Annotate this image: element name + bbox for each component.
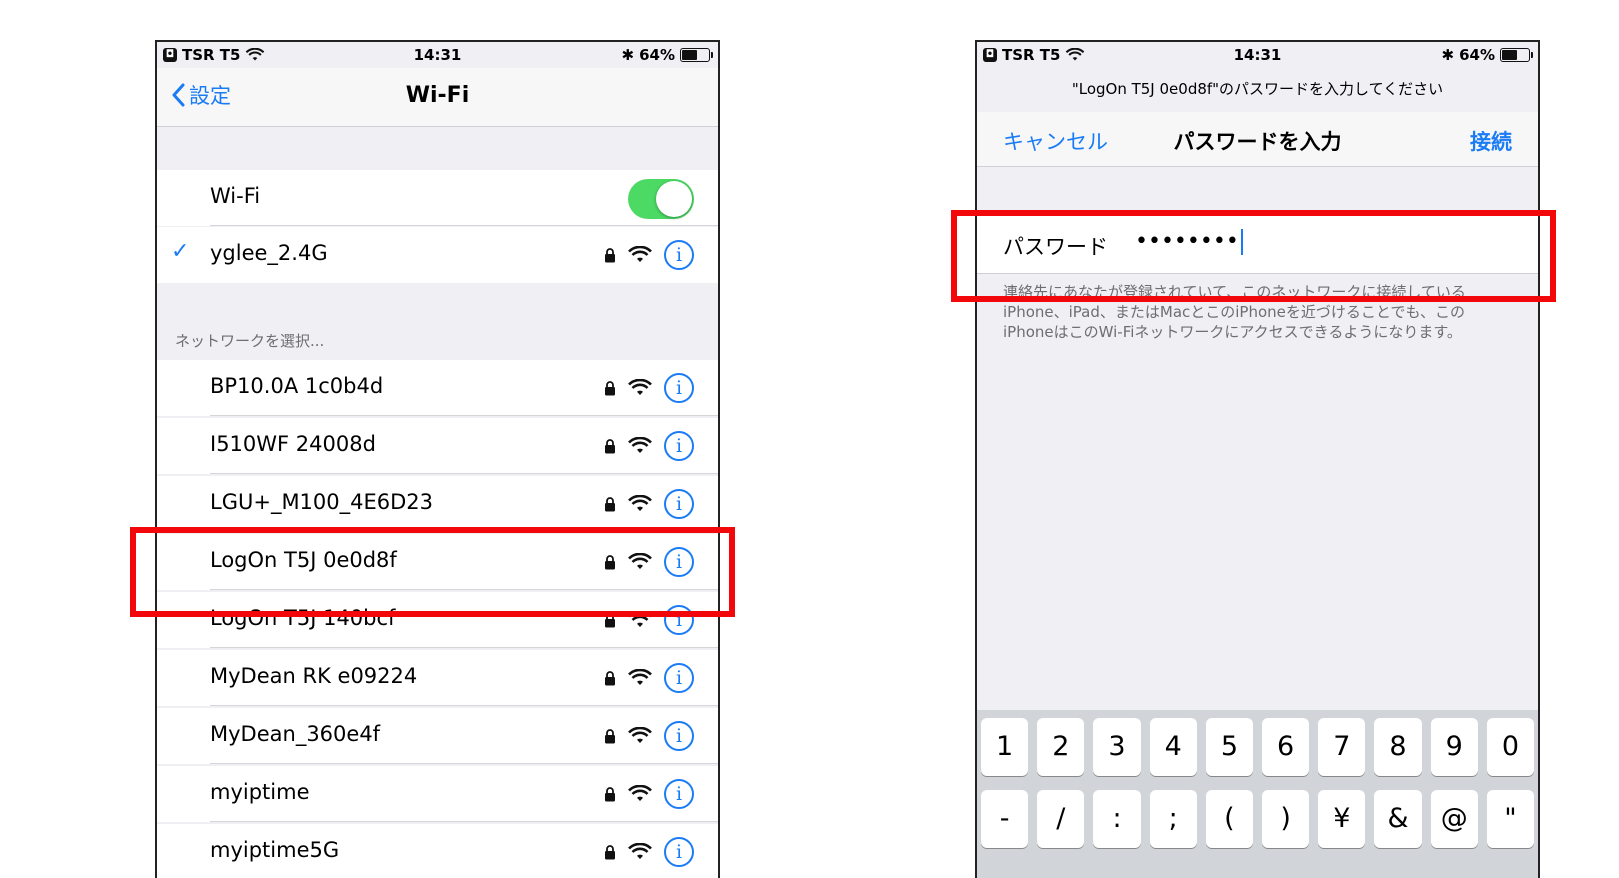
- page-title: Wi-Fi: [405, 83, 470, 108]
- keyboard-key[interactable]: ": [1486, 790, 1535, 848]
- highlight-box-password: [951, 210, 1556, 302]
- network-name: I510WF 24008d: [210, 432, 376, 456]
- network-row[interactable]: I510WF 24008d i: [157, 418, 718, 474]
- network-row[interactable]: myiptime i: [157, 766, 718, 822]
- network-name: BP10.0A 1c0b4d: [210, 374, 384, 398]
- network-name: LGU+_M100_4E6D23: [210, 490, 434, 514]
- network-name: MyDean_360e4f: [210, 722, 381, 746]
- keyboard-row: 1234567890: [981, 718, 1535, 776]
- status-bar: ◘ TSR T5 14:31 ✱ 64%: [157, 42, 718, 68]
- battery-icon: [680, 48, 713, 62]
- network-name: MyDean RK e09224: [210, 664, 418, 688]
- checkmark-icon: ✓: [171, 239, 190, 264]
- lock-icon: [605, 380, 615, 395]
- wifi-settings-screen: ◘ TSR T5 14:31 ✱ 64% 設定 Wi-Fi Wi-Fi ✓ yg…: [155, 40, 720, 878]
- network-name: myiptime: [210, 780, 310, 804]
- network-row[interactable]: LGU+_M100_4E6D23 i: [157, 476, 718, 532]
- keyboard-key[interactable]: -: [981, 790, 1029, 848]
- status-bar: ◘ TSR T5 14:31 ✱ 64%: [977, 42, 1538, 68]
- network-name: yglee_2.4G: [210, 241, 328, 265]
- keyboard-key[interactable]: ): [1262, 790, 1310, 848]
- keyboard-key[interactable]: &: [1374, 790, 1422, 848]
- password-prompt: "LogOn T5J 0e0d8f"のパスワードを入力してください: [1071, 80, 1444, 98]
- info-icon[interactable]: i: [664, 373, 694, 403]
- keyboard-key[interactable]: :: [1093, 790, 1141, 848]
- lock-icon: [605, 786, 615, 801]
- network-row[interactable]: myiptime5G i: [157, 824, 718, 878]
- join-button[interactable]: 接続: [1470, 126, 1512, 156]
- page-title: パスワードを入力: [1173, 130, 1342, 154]
- bluetooth-icon: ✱: [621, 46, 635, 64]
- wifi-toggle-row: Wi-Fi: [157, 170, 718, 226]
- keyboard-key[interactable]: 7: [1318, 718, 1366, 776]
- wifi-signal-icon: [628, 843, 652, 859]
- wifi-signal-icon: [628, 437, 652, 453]
- info-icon[interactable]: i: [664, 240, 694, 270]
- keyboard-key[interactable]: 9: [1430, 718, 1478, 776]
- wifi-signal-icon: [628, 379, 652, 395]
- battery-percent: 64%: [1459, 46, 1495, 64]
- keyboard-key[interactable]: 6: [1262, 718, 1310, 776]
- info-icon[interactable]: i: [664, 837, 694, 867]
- wifi-signal-icon: [628, 246, 652, 262]
- lock-icon: [605, 247, 615, 262]
- password-entry-screen: ◘ TSR T5 14:31 ✱ 64% "LogOn T5J 0e0d8f"の…: [975, 40, 1540, 878]
- keyboard-key[interactable]: 8: [1374, 718, 1422, 776]
- wifi-signal-icon: [628, 785, 652, 801]
- wifi-signal-icon: [628, 495, 652, 511]
- toggle-knob: [656, 181, 692, 217]
- keyboard-key[interactable]: (: [1205, 790, 1254, 848]
- nav-bar: キャンセル パスワードを入力 接続: [977, 112, 1538, 167]
- battery-icon: [1500, 48, 1533, 62]
- wifi-signal-icon: [628, 727, 652, 743]
- keyboard-key[interactable]: 0: [1486, 718, 1535, 776]
- lock-icon: [605, 670, 615, 685]
- info-icon[interactable]: i: [664, 663, 694, 693]
- lock-icon: [605, 844, 615, 859]
- keyboard-key[interactable]: 3: [1093, 718, 1141, 776]
- info-icon[interactable]: i: [664, 431, 694, 461]
- keyboard-row: - /:;() ¥ & @ ": [981, 790, 1535, 848]
- lock-icon: [605, 496, 615, 511]
- network-name: myiptime5G: [210, 838, 340, 862]
- lock-icon: [605, 728, 615, 743]
- keyboard-key[interactable]: 1: [981, 718, 1029, 776]
- section-header: ネットワークを選択...: [175, 332, 325, 350]
- wifi-signal-icon: [628, 669, 652, 685]
- wifi-toggle-label: Wi-Fi: [210, 184, 261, 208]
- keyboard-key[interactable]: 4: [1149, 718, 1197, 776]
- battery-percent: 64%: [639, 46, 675, 64]
- keyboard-key[interactable]: /: [1037, 790, 1085, 848]
- info-icon[interactable]: i: [664, 779, 694, 809]
- nav-bar: 設定 Wi-Fi: [157, 68, 718, 127]
- keyboard-key[interactable]: @: [1430, 790, 1478, 848]
- keyboard-key[interactable]: ;: [1149, 790, 1197, 848]
- network-row[interactable]: BP10.0A 1c0b4d i: [157, 360, 718, 416]
- numeric-keyboard: 1234567890 - /:;() ¥ & @ ": [977, 710, 1538, 878]
- wifi-toggle-switch[interactable]: [628, 179, 694, 219]
- network-row[interactable]: MyDean_360e4f i: [157, 708, 718, 764]
- info-icon[interactable]: i: [664, 489, 694, 519]
- connected-network-row[interactable]: ✓ yglee_2.4G i: [157, 227, 718, 283]
- keyboard-key[interactable]: ¥: [1318, 790, 1366, 848]
- highlight-box-network: [130, 527, 735, 617]
- keyboard-key[interactable]: 2: [1037, 718, 1085, 776]
- keyboard-key[interactable]: 5: [1205, 718, 1254, 776]
- bluetooth-icon: ✱: [1441, 46, 1455, 64]
- info-icon[interactable]: i: [664, 721, 694, 751]
- network-row[interactable]: MyDean RK e09224 i: [157, 650, 718, 706]
- lock-icon: [605, 438, 615, 453]
